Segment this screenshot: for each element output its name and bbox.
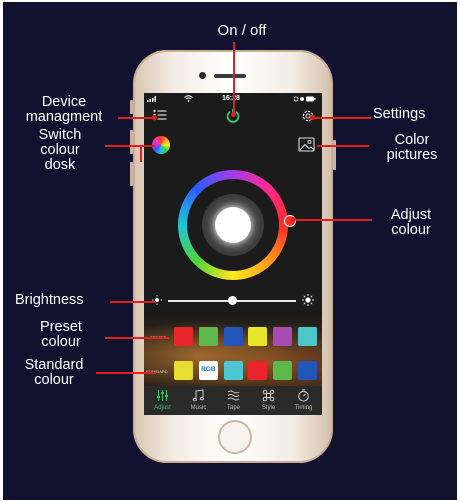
command-icon [262,389,275,402]
leader-on-off-dot [231,112,236,117]
tab-timing-label: Timing [294,405,313,411]
earpiece-speaker [214,74,246,78]
sliders-icon [157,390,168,401]
tab-tape[interactable]: Tape [216,386,251,415]
standard-swatch[interactable] [298,361,317,380]
music-note-icon [192,389,204,402]
signal-icon [147,96,156,102]
leader-preset-colour [105,337,169,339]
sun-low-icon [152,295,162,305]
leader-settings [313,117,371,119]
callout-settings: Settings [373,106,426,122]
image-icon[interactable] [298,136,316,154]
leader-on-off [233,42,235,114]
preset-swatch[interactable] [198,327,218,346]
battery-icon [294,96,316,102]
callout-on-off: On / off [217,22,267,39]
standard-swatch[interactable] [248,361,268,380]
tab-adjust-label: Adjust [154,405,171,411]
tab-tape-label: Tape [226,405,240,411]
tab-timing[interactable]: Timing [286,386,321,415]
preset-swatch[interactable] [174,327,193,346]
callout-device-management: Device managment [25,94,103,125]
app-screen: 16:28 PRESET ST [144,93,322,415]
status-time: 16:28 [222,95,240,102]
standard-swatch[interactable] [174,361,193,380]
leader-color-pictures [317,145,369,147]
center-light-bulb[interactable] [215,207,251,243]
leader-switch-colour-disk [105,145,155,147]
leader-standard-colour [96,372,156,374]
standard-swatch[interactable] [223,361,243,380]
tab-bar: Adjust Music Tape Style Timing [144,386,322,415]
front-camera [199,72,206,79]
callout-standard-colour: Standard colour [24,357,84,388]
tab-music-label: Music [190,405,207,411]
callout-brightness: Brightness [15,292,84,308]
brightness-slider-thumb[interactable] [227,296,237,305]
leader-settings-dot [310,115,315,120]
tab-style[interactable]: Style [251,386,286,415]
tab-music[interactable]: Music [181,386,216,415]
leader-adjust-colour-dot [291,217,296,222]
leader-brightness [110,301,156,303]
callout-adjust-colour: Adjust colour [390,207,432,238]
sun-high-icon [302,294,314,306]
timer-icon [298,389,309,402]
standard-swatch[interactable]: RGB [198,361,218,380]
leader-device-management-dot [152,115,157,120]
standard-swatch[interactable] [273,361,293,380]
callout-switch-colour-disk: Switch colour dosk [38,127,82,173]
preset-swatch[interactable] [298,327,317,346]
preset-swatch[interactable] [248,327,268,346]
wifi-icon [184,95,193,102]
callout-preset-colour: Preset colour [40,319,82,350]
leader-switch-colour-disk-drop [140,145,142,162]
preset-swatch[interactable] [223,327,243,346]
preset-swatch[interactable] [273,327,293,346]
leader-adjust-colour [296,219,372,221]
tab-style-label: Style [261,405,276,411]
leader-device-management [118,117,154,119]
callout-color-pictures: Color pictures [386,132,438,163]
home-button[interactable] [218,420,252,454]
wave-icon [227,390,240,401]
tab-adjust[interactable]: Adjust [145,386,180,415]
standard-swatch-label: RGB [201,366,216,373]
